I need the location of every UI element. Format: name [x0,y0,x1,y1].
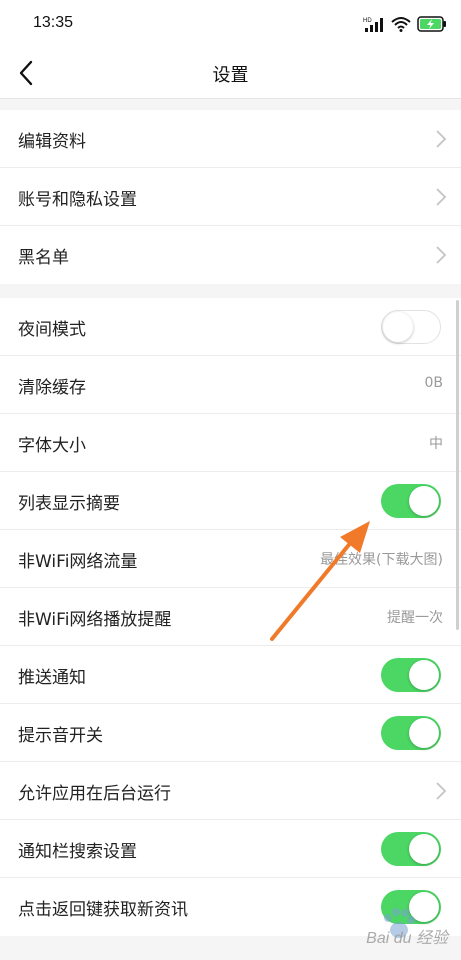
settings-row-value: 最佳效果(下载大图) [320,552,443,568]
settings-row[interactable]: 编辑资料 [0,110,461,168]
status-time: 13:35 [33,14,74,31]
settings-row[interactable]: 黑名单 [0,226,461,284]
toggle-knob [383,311,413,342]
settings-row-label: 清除缓存 [18,378,86,398]
settings-row[interactable]: 列表显示摘要 [0,472,461,530]
settings-row-label: 推送通知 [18,668,86,688]
settings-row[interactable]: 提示音开关 [0,704,461,762]
settings-row[interactable]: 清除缓存 0B [0,356,461,414]
settings-row[interactable]: 允许应用在后台运行 [0,762,461,820]
chevron-right-icon [436,130,447,148]
settings-row-label: 点击返回键获取新资讯 [18,900,188,920]
settings-row-label: 通知栏搜索设置 [18,842,137,862]
settings-row[interactable]: 推送通知 [0,646,461,704]
scrollbar-thumb[interactable] [456,300,459,630]
settings-row[interactable]: 非WiFi网络播放提醒 提醒一次 [0,588,461,646]
status-bar: 13:35 HD [0,0,461,48]
settings-row-value: 提醒一次 [387,610,443,626]
settings-row-label: 提示音开关 [18,726,103,746]
toggle-knob [409,660,439,690]
wifi-icon [391,17,411,32]
watermark-text: Bai du 经验 [366,930,448,947]
toggle-switch[interactable] [381,658,441,692]
toggle-knob [409,718,439,748]
chevron-right-icon [436,246,447,264]
status-icons: HD [363,14,447,34]
chevron-right-icon [436,188,447,206]
settings-row-label: 编辑资料 [18,132,86,152]
toggle-switch[interactable] [381,716,441,750]
toggle-switch[interactable] [381,832,441,866]
toggle-switch[interactable] [381,310,441,344]
settings-group-account: 编辑资料账号和隐私设置 黑名单 [0,110,461,284]
settings-row[interactable]: 字体大小 中 [0,414,461,472]
settings-row-value: 0B [424,375,443,391]
network-label: HD [363,18,372,24]
settings-row-label: 非WiFi网络流量 [18,552,138,572]
settings-row-label: 账号和隐私设置 [18,190,137,210]
settings-row-label: 夜间模式 [18,320,86,340]
settings-row-label: 黑名单 [18,248,69,268]
settings-row-label: 非WiFi网络播放提醒 [18,610,172,630]
settings-row[interactable]: 账号和隐私设置 [0,168,461,226]
battery-charging-icon [417,16,446,32]
settings-row-label: 列表显示摘要 [18,494,120,514]
toggle-knob [409,486,439,516]
settings-group-preferences: 夜间模式清除缓存 0B 字体大小 中列表显示摘要 非WiFi网络流量 最佳效果(下载大图)… [0,298,461,936]
settings-row-value: 中 [429,436,443,452]
page-title: 设置 [212,65,249,86]
settings-row-label: 允许应用在后台运行 [18,784,171,804]
chevron-right-icon [436,782,447,800]
settings-row-label: 字体大小 [18,436,86,456]
baidu-watermark: Bai du 经验 [340,900,456,954]
signal-icon: HD [363,18,383,32]
toggle-switch[interactable] [381,484,441,518]
settings-row[interactable]: 通知栏搜索设置 [0,820,461,878]
toggle-knob [409,834,439,864]
settings-row[interactable]: 非WiFi网络流量 最佳效果(下载大图) [0,530,461,588]
nav-bar: 设置 [0,48,461,99]
settings-row[interactable]: 夜间模式 [0,298,461,356]
